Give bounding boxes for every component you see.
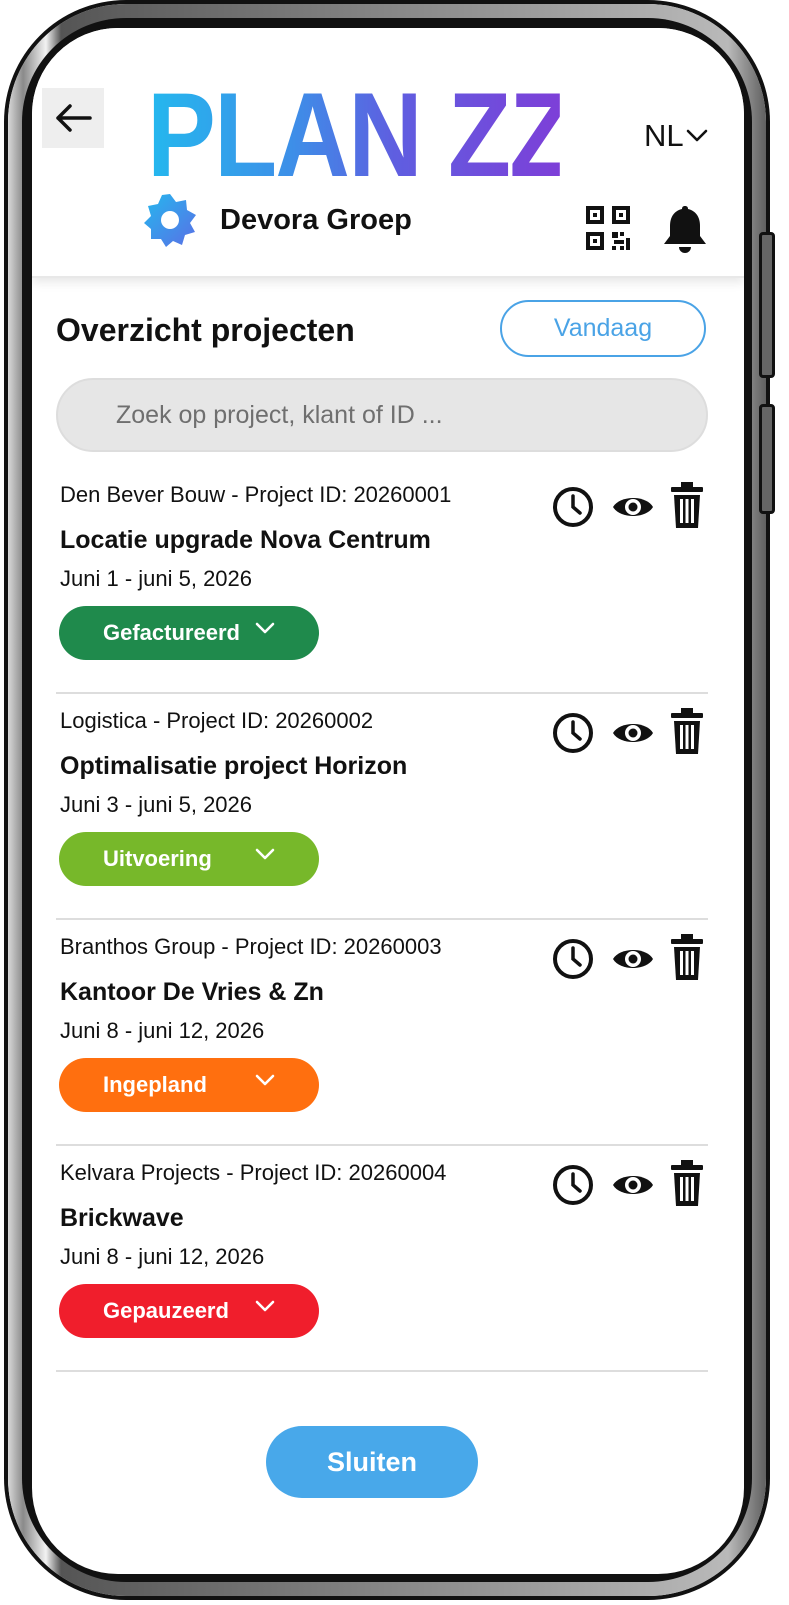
language-label: NL xyxy=(644,118,684,153)
project-client-line: Logistica - Project ID: 20260002 xyxy=(60,708,374,733)
project-title: Brickwave xyxy=(60,1204,184,1232)
project-title: Optimalisatie project Horizon xyxy=(60,752,408,780)
status-dropdown[interactable]: Ingepland xyxy=(59,1058,319,1112)
chevron-down-icon xyxy=(255,1074,275,1086)
project-client-line: Den Bever Bouw - Project ID: 20260001 xyxy=(60,482,452,507)
arrow-left-icon xyxy=(56,104,92,132)
phone-side-button-top xyxy=(759,232,775,378)
gear-icon xyxy=(144,194,196,247)
project-card: Den Bever Bouw - Project ID: 20260001 Lo… xyxy=(56,468,708,694)
chevron-down-icon xyxy=(255,622,275,634)
eye-icon[interactable] xyxy=(612,944,654,974)
today-button[interactable]: Vandaag xyxy=(500,300,706,357)
status-label: Ingepland xyxy=(103,1072,207,1097)
eye-icon[interactable] xyxy=(612,492,654,522)
clock-icon[interactable] xyxy=(552,486,594,528)
status-label: Gefactureerd xyxy=(103,620,240,645)
clock-icon[interactable] xyxy=(552,938,594,980)
project-dates: Juni 3 - juni 5, 2026 xyxy=(60,792,253,817)
page-title: Overzicht projecten xyxy=(56,312,355,348)
project-title: Kantoor De Vries & Zn xyxy=(60,978,324,1006)
status-dropdown[interactable]: Gefactureerd xyxy=(59,606,319,660)
trash-icon[interactable] xyxy=(670,708,704,754)
qr-code-icon[interactable] xyxy=(584,204,632,252)
bell-icon[interactable] xyxy=(660,202,710,256)
app-header: PLAN ZZP NL Devora Groep xyxy=(32,28,744,278)
eye-icon[interactable] xyxy=(612,718,654,748)
clock-icon[interactable] xyxy=(552,1164,594,1206)
back-button[interactable] xyxy=(42,88,104,148)
phone-side-button-bottom xyxy=(759,404,775,514)
chevron-down-icon xyxy=(255,848,275,860)
app-screen: PLAN ZZP NL Devora Groep xyxy=(32,28,744,1574)
trash-icon[interactable] xyxy=(670,482,704,528)
project-client-line: Kelvara Projects - Project ID: 20260004 xyxy=(60,1160,447,1185)
eye-icon[interactable] xyxy=(612,1170,654,1200)
search-input[interactable] xyxy=(56,378,708,452)
project-dates: Juni 8 - juni 12, 2026 xyxy=(60,1018,265,1043)
company-name: Devora Groep xyxy=(220,204,412,236)
project-dates: Juni 1 - juni 5, 2026 xyxy=(60,566,253,591)
project-client-line: Branthos Group - Project ID: 20260003 xyxy=(60,934,442,959)
project-dates: Juni 8 - juni 12, 2026 xyxy=(60,1244,265,1269)
chevron-down-icon xyxy=(255,1300,275,1312)
status-label: Uitvoering xyxy=(103,846,212,871)
project-card: Kelvara Projects - Project ID: 20260004 … xyxy=(56,1146,708,1372)
chevron-down-icon xyxy=(686,129,707,142)
trash-icon[interactable] xyxy=(670,1160,704,1206)
close-button[interactable]: Sluiten xyxy=(266,1426,478,1498)
status-label: Gepauzeerd xyxy=(103,1298,229,1323)
language-selector[interactable]: NL xyxy=(644,116,708,156)
app-logo: PLAN ZZP xyxy=(147,80,560,190)
project-card: Branthos Group - Project ID: 20260003 Ka… xyxy=(56,920,708,1146)
trash-icon[interactable] xyxy=(670,934,704,980)
project-title: Locatie upgrade Nova Centrum xyxy=(60,526,431,554)
clock-icon[interactable] xyxy=(552,712,594,754)
status-dropdown[interactable]: Gepauzeerd xyxy=(59,1284,319,1338)
project-card: Logistica - Project ID: 20260002 Optimal… xyxy=(56,694,708,920)
status-dropdown[interactable]: Uitvoering xyxy=(59,832,319,886)
